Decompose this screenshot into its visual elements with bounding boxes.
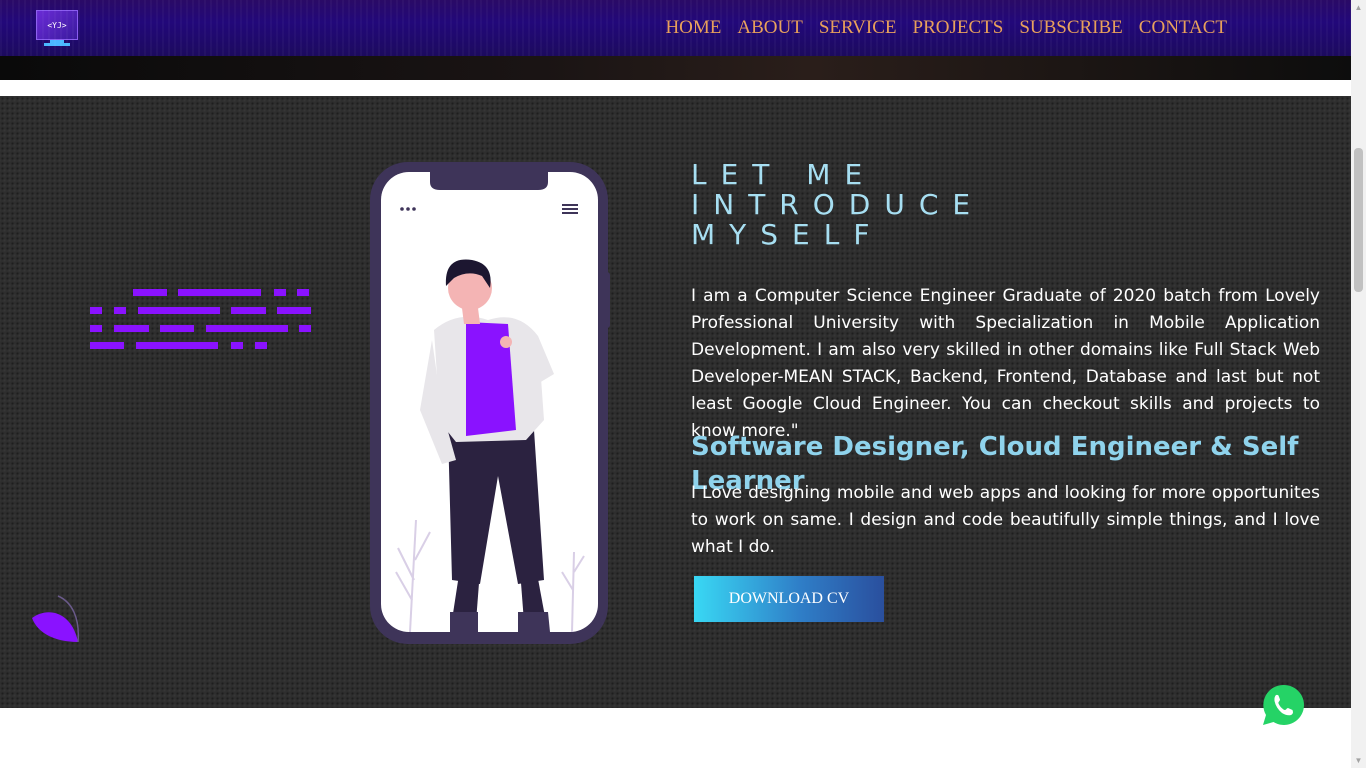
phone-illustration: [370, 162, 610, 644]
hero-bottom-strip: [0, 56, 1351, 80]
site-logo[interactable]: <YJ>: [36, 10, 78, 46]
nav-item-home: HOME: [665, 17, 721, 39]
nav-link-service[interactable]: SERVICE: [819, 17, 897, 38]
about-title-line-3: MYSELF: [691, 218, 884, 251]
whatsapp-icon[interactable]: [1262, 684, 1304, 726]
nav-menu: HOME ABOUT SERVICE PROJECTS SUBSCRIBE CO…: [665, 0, 1227, 56]
scrollbar-thumb[interactable]: [1354, 148, 1363, 292]
nav-item-contact: CONTACT: [1139, 17, 1227, 39]
nav-item-subscribe: SUBSCRIBE: [1019, 17, 1122, 39]
navbar: <YJ> HOME ABOUT SERVICE PROJECTS SUBSCRI…: [0, 0, 1351, 56]
nav-link-home[interactable]: HOME: [665, 17, 721, 38]
more-dots-icon: [400, 207, 416, 211]
vertical-scrollbar[interactable]: ▲ ▼: [1351, 0, 1366, 768]
nav-link-about[interactable]: ABOUT: [737, 17, 802, 38]
nav-item-about: ABOUT: [737, 17, 802, 39]
logo-text: <YJ>: [36, 10, 78, 40]
scroll-up-arrow-icon[interactable]: ▲: [1351, 0, 1366, 15]
nav-item-projects: PROJECTS: [913, 17, 1004, 39]
leaf-decoration: [32, 595, 80, 643]
scroll-down-arrow-icon[interactable]: ▼: [1351, 753, 1366, 768]
hamburger-icon: [562, 204, 578, 214]
about-title: LET ME INTRODUCE MYSELF: [691, 160, 1021, 250]
nav-link-contact[interactable]: CONTACT: [1139, 17, 1227, 38]
download-cv-button[interactable]: DOWNLOAD CV: [694, 576, 884, 622]
about-title-line-2: INTRODUCE: [691, 188, 985, 221]
nav-link-projects[interactable]: PROJECTS: [913, 17, 1004, 38]
about-paragraph-2: I Love designing mobile and web apps and…: [691, 483, 1320, 557]
logo-base: [44, 43, 70, 46]
about-paragraph-1: I am a Computer Science Engineer Graduat…: [691, 286, 1320, 441]
nav-link-subscribe[interactable]: SUBSCRIBE: [1019, 17, 1122, 38]
about-title-line-1: LET ME: [691, 158, 877, 191]
nav-item-service: SERVICE: [819, 17, 897, 39]
